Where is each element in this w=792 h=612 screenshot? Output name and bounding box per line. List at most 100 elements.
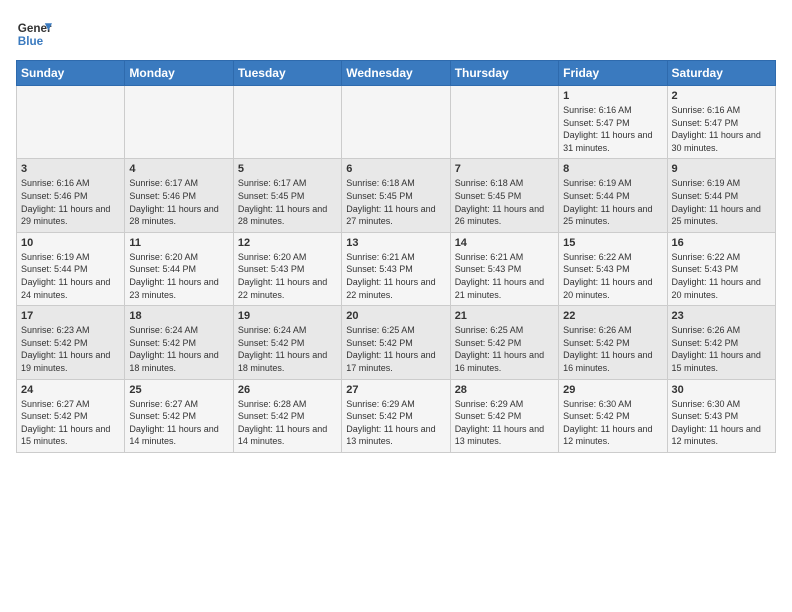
- calendar-cell: 4 Sunrise: 6:17 AM Sunset: 5:46 PM Daylig…: [125, 159, 233, 232]
- calendar-cell: 8Sunrise: 6:19 AM Sunset: 5:44 PM Daylig…: [559, 159, 667, 232]
- day-info: Sunrise: 6:16 AM Sunset: 5:47 PM Dayligh…: [672, 104, 771, 154]
- calendar-cell: 9Sunrise: 6:19 AM Sunset: 5:44 PM Daylig…: [667, 159, 775, 232]
- day-number: 7: [455, 163, 554, 175]
- calendar-cell: 21 Sunrise: 6:25 AM Sunset: 5:42 PM Dayli…: [450, 306, 558, 379]
- day-header-friday: Friday: [559, 61, 667, 86]
- day-number: 23: [672, 310, 771, 322]
- day-info: Sunrise: 6:29 AM Sunset: 5:42 PM Dayligh…: [346, 398, 445, 448]
- day-number: 19: [238, 310, 337, 322]
- day-info: Sunrise: 6:19 AM Sunset: 5:44 PM Dayligh…: [563, 177, 662, 227]
- calendar-cell: 1 Sunrise: 6:16 AM Sunset: 5:47 PM Daylig…: [559, 86, 667, 159]
- day-header-tuesday: Tuesday: [233, 61, 341, 86]
- day-info: Sunrise: 6:20 AM Sunset: 5:43 PM Dayligh…: [238, 251, 337, 301]
- day-number: 12: [238, 237, 337, 249]
- calendar-cell: 3 Sunrise: 6:16 AM Sunset: 5:46 PM Daylig…: [17, 159, 125, 232]
- day-number: 17: [21, 310, 120, 322]
- day-info: Sunrise: 6:24 AM Sunset: 5:42 PM Dayligh…: [238, 324, 337, 374]
- calendar-cell: 15Sunrise: 6:22 AM Sunset: 5:43 PM Dayli…: [559, 232, 667, 305]
- calendar-cell: [450, 86, 558, 159]
- calendar-cell: [17, 86, 125, 159]
- day-header-sunday: Sunday: [17, 61, 125, 86]
- day-number: 1: [563, 90, 662, 102]
- day-info: Sunrise: 6:20 AM Sunset: 5:44 PM Dayligh…: [129, 251, 228, 301]
- day-number: 30: [672, 384, 771, 396]
- calendar-cell: 13 Sunrise: 6:21 AM Sunset: 5:43 PM Dayli…: [342, 232, 450, 305]
- svg-text:Blue: Blue: [18, 35, 44, 48]
- day-info: Sunrise: 6:21 AM Sunset: 5:43 PM Dayligh…: [455, 251, 554, 301]
- day-number: 21: [455, 310, 554, 322]
- calendar-cell: 20 Sunrise: 6:25 AM Sunset: 5:42 PM Dayli…: [342, 306, 450, 379]
- calendar-cell: 19 Sunrise: 6:24 AM Sunset: 5:42 PM Dayli…: [233, 306, 341, 379]
- calendar-week-1: 1 Sunrise: 6:16 AM Sunset: 5:47 PM Daylig…: [17, 86, 776, 159]
- calendar-header-row: SundayMondayTuesdayWednesdayThursdayFrid…: [17, 61, 776, 86]
- calendar-cell: 2 Sunrise: 6:16 AM Sunset: 5:47 PM Daylig…: [667, 86, 775, 159]
- day-info: Sunrise: 6:19 AM Sunset: 5:44 PM Dayligh…: [21, 251, 120, 301]
- day-number: 18: [129, 310, 228, 322]
- logo-icon: General Blue: [16, 16, 52, 52]
- day-header-monday: Monday: [125, 61, 233, 86]
- calendar-cell: 28 Sunrise: 6:29 AM Sunset: 5:42 PM Dayli…: [450, 379, 558, 452]
- day-number: 16: [672, 237, 771, 249]
- day-number: 15: [563, 237, 662, 249]
- calendar-cell: 29 Sunrise: 6:30 AM Sunset: 5:42 PM Dayli…: [559, 379, 667, 452]
- day-info: Sunrise: 6:18 AM Sunset: 5:45 PM Dayligh…: [455, 177, 554, 227]
- day-number: 9: [672, 163, 771, 175]
- calendar-cell: 22 Sunrise: 6:26 AM Sunset: 5:42 PM Dayli…: [559, 306, 667, 379]
- calendar-cell: 5 Sunrise: 6:17 AM Sunset: 5:45 PM Daylig…: [233, 159, 341, 232]
- day-info: Sunrise: 6:24 AM Sunset: 5:42 PM Dayligh…: [129, 324, 228, 374]
- day-info: Sunrise: 6:17 AM Sunset: 5:45 PM Dayligh…: [238, 177, 337, 227]
- day-number: 20: [346, 310, 445, 322]
- day-number: 5: [238, 163, 337, 175]
- calendar-cell: 6 Sunrise: 6:18 AM Sunset: 5:45 PM Daylig…: [342, 159, 450, 232]
- day-info: Sunrise: 6:30 AM Sunset: 5:42 PM Dayligh…: [563, 398, 662, 448]
- day-number: 29: [563, 384, 662, 396]
- day-info: Sunrise: 6:26 AM Sunset: 5:42 PM Dayligh…: [563, 324, 662, 374]
- calendar-cell: 12 Sunrise: 6:20 AM Sunset: 5:43 PM Dayli…: [233, 232, 341, 305]
- day-info: Sunrise: 6:16 AM Sunset: 5:47 PM Dayligh…: [563, 104, 662, 154]
- calendar-week-2: 3 Sunrise: 6:16 AM Sunset: 5:46 PM Daylig…: [17, 159, 776, 232]
- calendar-cell: 25Sunrise: 6:27 AM Sunset: 5:42 PM Dayli…: [125, 379, 233, 452]
- day-number: 3: [21, 163, 120, 175]
- day-info: Sunrise: 6:21 AM Sunset: 5:43 PM Dayligh…: [346, 251, 445, 301]
- day-info: Sunrise: 6:23 AM Sunset: 5:42 PM Dayligh…: [21, 324, 120, 374]
- day-info: Sunrise: 6:27 AM Sunset: 5:42 PM Dayligh…: [129, 398, 228, 448]
- day-info: Sunrise: 6:28 AM Sunset: 5:42 PM Dayligh…: [238, 398, 337, 448]
- day-number: 10: [21, 237, 120, 249]
- calendar-week-5: 24Sunrise: 6:27 AM Sunset: 5:42 PM Dayli…: [17, 379, 776, 452]
- day-info: Sunrise: 6:22 AM Sunset: 5:43 PM Dayligh…: [672, 251, 771, 301]
- calendar-cell: 26 Sunrise: 6:28 AM Sunset: 5:42 PM Dayli…: [233, 379, 341, 452]
- day-info: Sunrise: 6:18 AM Sunset: 5:45 PM Dayligh…: [346, 177, 445, 227]
- day-info: Sunrise: 6:17 AM Sunset: 5:46 PM Dayligh…: [129, 177, 228, 227]
- day-number: 6: [346, 163, 445, 175]
- calendar-cell: 18 Sunrise: 6:24 AM Sunset: 5:42 PM Dayli…: [125, 306, 233, 379]
- day-number: 26: [238, 384, 337, 396]
- day-number: 22: [563, 310, 662, 322]
- calendar-cell: 23 Sunrise: 6:26 AM Sunset: 5:42 PM Dayli…: [667, 306, 775, 379]
- day-info: Sunrise: 6:30 AM Sunset: 5:43 PM Dayligh…: [672, 398, 771, 448]
- day-header-wednesday: Wednesday: [342, 61, 450, 86]
- day-info: Sunrise: 6:27 AM Sunset: 5:42 PM Dayligh…: [21, 398, 120, 448]
- day-info: Sunrise: 6:25 AM Sunset: 5:42 PM Dayligh…: [455, 324, 554, 374]
- calendar-cell: 17 Sunrise: 6:23 AM Sunset: 5:42 PM Dayli…: [17, 306, 125, 379]
- logo: General Blue: [16, 16, 52, 52]
- day-number: 13: [346, 237, 445, 249]
- calendar-cell: [125, 86, 233, 159]
- calendar-cell: 7 Sunrise: 6:18 AM Sunset: 5:45 PM Daylig…: [450, 159, 558, 232]
- calendar-cell: [342, 86, 450, 159]
- day-info: Sunrise: 6:29 AM Sunset: 5:42 PM Dayligh…: [455, 398, 554, 448]
- day-number: 2: [672, 90, 771, 102]
- day-number: 28: [455, 384, 554, 396]
- day-info: Sunrise: 6:25 AM Sunset: 5:42 PM Dayligh…: [346, 324, 445, 374]
- calendar-cell: [233, 86, 341, 159]
- calendar-cell: 27 Sunrise: 6:29 AM Sunset: 5:42 PM Dayli…: [342, 379, 450, 452]
- day-info: Sunrise: 6:16 AM Sunset: 5:46 PM Dayligh…: [21, 177, 120, 227]
- calendar-cell: 14Sunrise: 6:21 AM Sunset: 5:43 PM Dayli…: [450, 232, 558, 305]
- calendar-week-4: 17 Sunrise: 6:23 AM Sunset: 5:42 PM Dayli…: [17, 306, 776, 379]
- calendar-cell: 10 Sunrise: 6:19 AM Sunset: 5:44 PM Dayli…: [17, 232, 125, 305]
- day-number: 27: [346, 384, 445, 396]
- day-number: 4: [129, 163, 228, 175]
- page-header: General Blue: [16, 16, 776, 52]
- day-info: Sunrise: 6:26 AM Sunset: 5:42 PM Dayligh…: [672, 324, 771, 374]
- day-number: 11: [129, 237, 228, 249]
- calendar-cell: 16 Sunrise: 6:22 AM Sunset: 5:43 PM Dayli…: [667, 232, 775, 305]
